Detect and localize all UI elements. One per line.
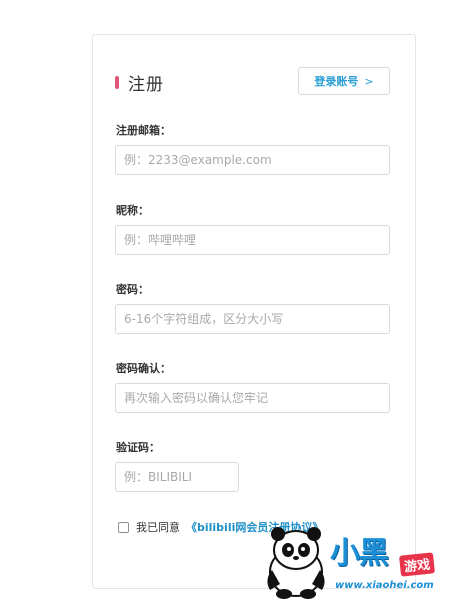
page-title: 注册 [128,75,164,95]
nickname-input[interactable] [115,225,390,255]
nickname-label: 昵称： [116,204,149,217]
chevron-right-icon: > [364,74,374,88]
panda-mascot-icon [267,527,325,599]
password-confirm-input[interactable] [115,383,390,413]
watermark-logo: 小黑 游戏 www.xiaohei.com [260,520,456,600]
login-button-label: 登录账号 [314,75,359,88]
title-accent-bar [115,76,119,89]
agree-checkbox[interactable] [118,521,129,533]
watermark-badge: 游戏 [398,552,436,577]
watermark-url: www.xiaohei.com [335,580,434,591]
watermark-logo-text: 小黑 [330,536,389,571]
captcha-label: 验证码： [116,441,160,454]
register-header: 注册 [115,70,164,95]
password-label: 密码： [116,283,149,296]
agree-label: 我已同意 [136,521,180,534]
email-label: 注册邮箱： [116,124,171,137]
captcha-input[interactable] [115,462,239,492]
password-confirm-label: 密码确认： [116,362,171,375]
login-account-button[interactable]: 登录账号 > [298,67,390,95]
email-input[interactable] [115,145,390,175]
password-input[interactable] [115,304,390,334]
